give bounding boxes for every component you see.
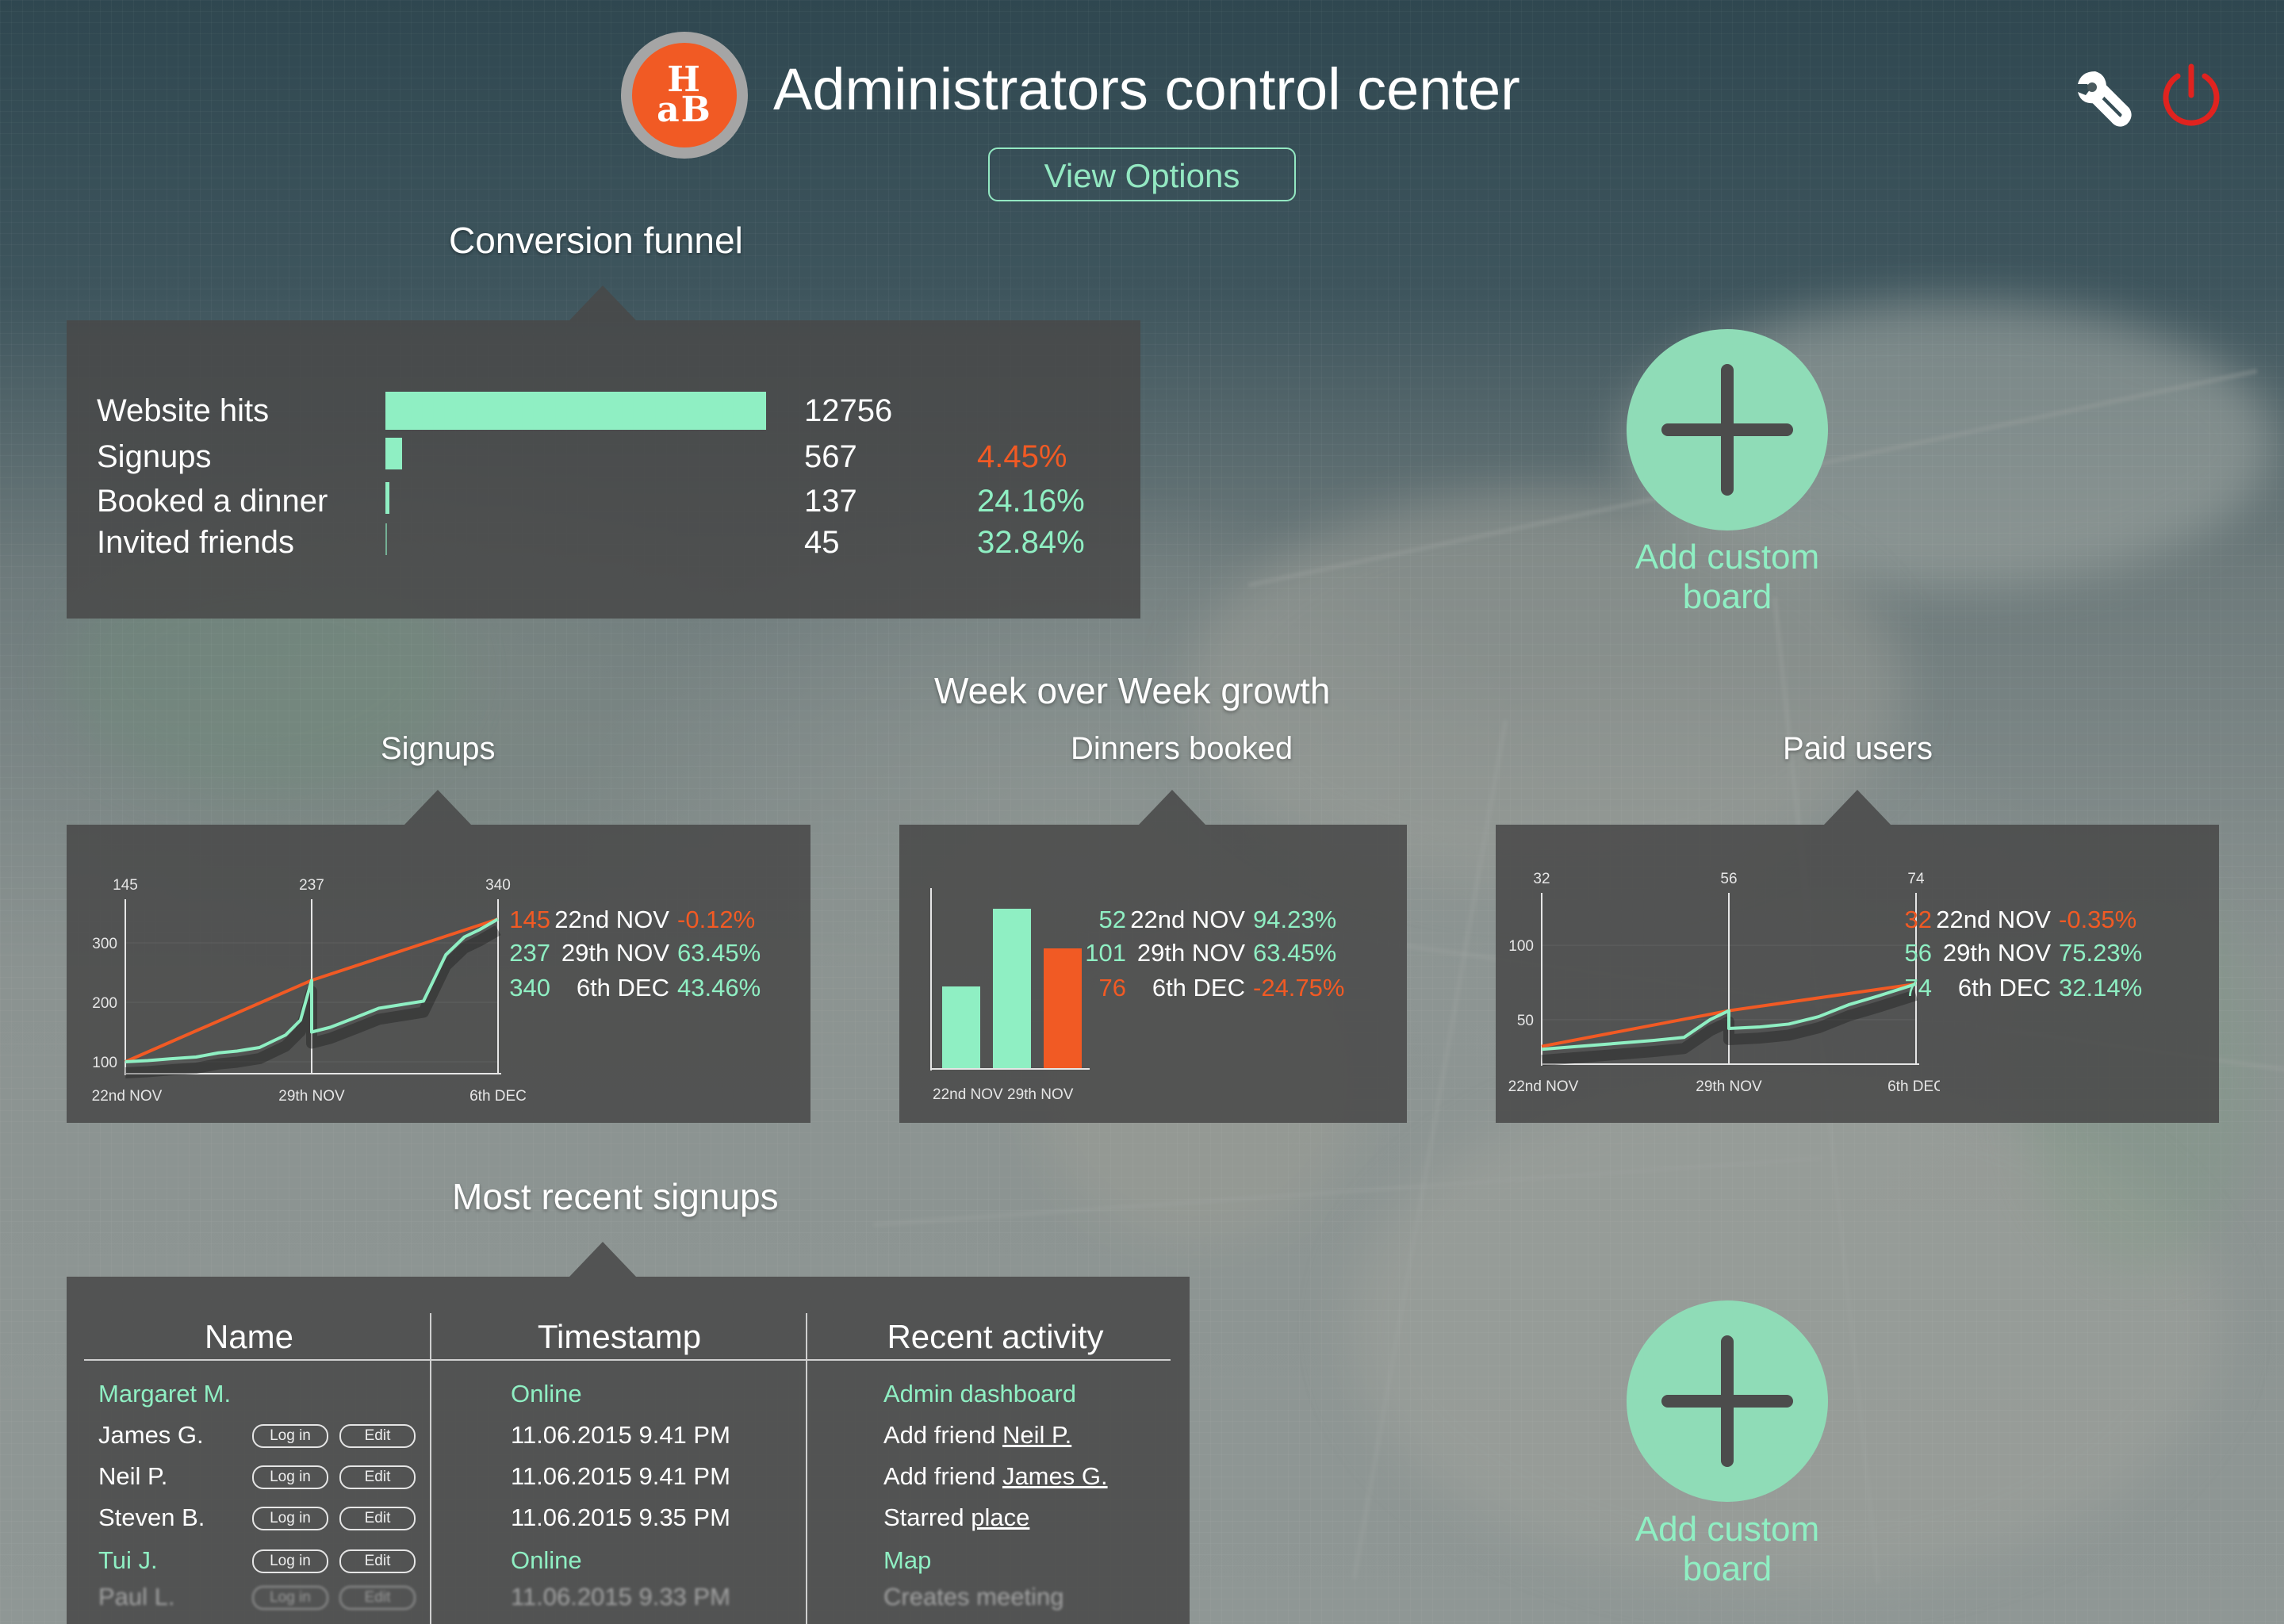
legend-change: 94.23% [1253,906,1337,933]
logo: H aB [621,32,748,159]
legend-change: -0.35% [2059,906,2137,933]
legend-date: 29th NOV [1942,939,2051,967]
funnel-label: Invited friends [97,525,295,560]
legend-value: 237 [509,939,550,967]
legend-change: -0.12% [677,906,756,933]
funnel-bar [385,438,402,469]
funnel-value: 137 [804,484,857,519]
legend-date: 6th DEC [576,974,669,1002]
legend-date: 29th NOV [1136,939,1245,967]
funnel-percent: 4.45% [977,439,1067,474]
funnel-bar [385,482,389,514]
legend-date: 6th DEC [1957,974,2051,1002]
top-value-label: 56 [1720,871,1737,887]
legend-value: 52 [1098,906,1126,933]
legend-change: 43.46% [677,974,761,1002]
y-tick-label: 300 [92,936,117,952]
x-tick-label: 6th DEC [1887,1078,1940,1095]
legend-change: 32.14% [2059,974,2143,1002]
legend-value: 101 [1085,939,1126,967]
funnel-value: 12756 [804,393,893,428]
paid-line-chart: 50 100 32 22nd NOV 56 29th NOV 74 6th DEC [1508,871,1940,1095]
view-options-button[interactable]: View Options [988,147,1296,201]
dinners-chart-panel: 22nd NOV 29th NOV 52 22nd NOV 94.23% 101 29t… [899,825,1407,1123]
top-value-label: 74 [1907,871,1925,887]
legend-value: 145 [509,906,550,933]
legend-value: 76 [1098,974,1126,1002]
growth-title: Week over Week growth [934,670,1331,711]
legend-value: 340 [509,974,550,1002]
edit-button[interactable]: Edit [339,1586,416,1610]
activity-text: Creates meeting [883,1583,1064,1611]
y-tick-label: 100 [92,1055,117,1071]
y-tick-label: 200 [92,995,117,1012]
legend-date: 22nd NOV [1130,906,1245,933]
funnel-percent: 32.84% [977,525,1085,560]
signups-notch [404,790,471,825]
funnel-notch [569,285,636,320]
signup-name[interactable]: Paul L. [98,1583,175,1611]
funnel-value: 567 [804,439,857,474]
recent-signups-panel: Name Timestamp Recent activity Margaret … [67,1277,1190,1624]
funnel-value: 45 [804,525,840,560]
funnel-label: Booked a dinner [97,484,328,519]
x-tick-label: 22nd NOV [92,1088,163,1105]
conversion-funnel-title: Conversion funnel [449,220,743,261]
funnel-label: Website hits [97,393,270,428]
signup-timestamp: 11.06.2015 9.33 PM [511,1583,730,1611]
paid-chart-panel: 50 100 32 22nd NOV 56 29th NOV 74 6th DEC 32 22n… [1496,825,2219,1123]
bar [942,986,980,1068]
y-tick-label: 50 [1517,1013,1534,1029]
top-value-label: 237 [299,877,324,894]
recent-signups-title: Most recent signups [452,1176,779,1217]
legend-value: 32 [1904,906,1932,933]
dinners-chart-title: Dinners booked [1071,731,1293,766]
legend-value: 56 [1904,939,1932,967]
legend-date: 29th NOV [561,939,669,967]
add-custom-board-label[interactable]: Add custom board [1570,538,1884,617]
funnel-label: Signups [97,439,212,474]
conversion-funnel-panel: Website hits 12756 Signups 567 4.45% Booked a… [67,320,1140,619]
add-custom-board-button[interactable] [1627,329,1828,530]
y-tick-label: 100 [1508,938,1534,955]
bar [993,909,1031,1068]
funnel-bar [385,523,387,555]
login-button[interactable]: Log in [252,1586,328,1610]
page-title: Administrators control center [773,56,1520,122]
legend-change: -24.75% [1253,974,1345,1002]
power-icon[interactable] [2157,62,2225,130]
x-tick-label: 29th NOV [278,1088,345,1105]
signups-chart-title: Signups [381,731,496,766]
top-value-label: 145 [113,877,138,894]
recent-signups-notch [569,1242,636,1277]
funnel-percent: 24.16% [977,484,1085,519]
wrench-icon[interactable] [2071,65,2133,127]
x-tick-label: 6th DEC [469,1088,527,1105]
signups-chart-panel: 100 200 300 145 22nd NOV 237 29th NOV 340 6th DE… [67,825,811,1123]
x-tick-label: 29th NOV [1696,1078,1762,1095]
legend-change: 63.45% [677,939,761,967]
funnel-bar [385,392,766,430]
signups-line-chart: 100 200 300 145 22nd NOV 237 29th NOV 340 6th DE… [92,877,527,1105]
legend-value: 74 [1904,974,1932,1002]
dinners-notch [1139,790,1205,825]
legend-date: 22nd NOV [1936,906,2051,933]
legend-date: 22nd NOV [554,906,669,933]
table-row[interactable]: Paul L. Log in Edit 11.06.2015 9.33 PM Creat… [67,1277,1190,1624]
signup-activity: Creates meeting [883,1583,1063,1611]
paid-chart-title: Paid users [1783,731,1933,766]
add-custom-board-button-2[interactable] [1627,1300,1828,1502]
x-tick-label: 22nd NOV 29th NOV [933,1086,1074,1103]
logo-text-bottom: aB [657,90,712,130]
legend-date: 6th DEC [1152,974,1245,1002]
top-value-label: 340 [485,877,511,894]
legend-change: 75.23% [2059,939,2143,967]
add-custom-board-label-2[interactable]: Add custom board [1570,1510,1884,1589]
legend-change: 63.45% [1253,939,1337,967]
paid-notch [1824,790,1891,825]
x-tick-label: 22nd NOV [1508,1078,1579,1095]
top-value-label: 32 [1533,871,1550,887]
